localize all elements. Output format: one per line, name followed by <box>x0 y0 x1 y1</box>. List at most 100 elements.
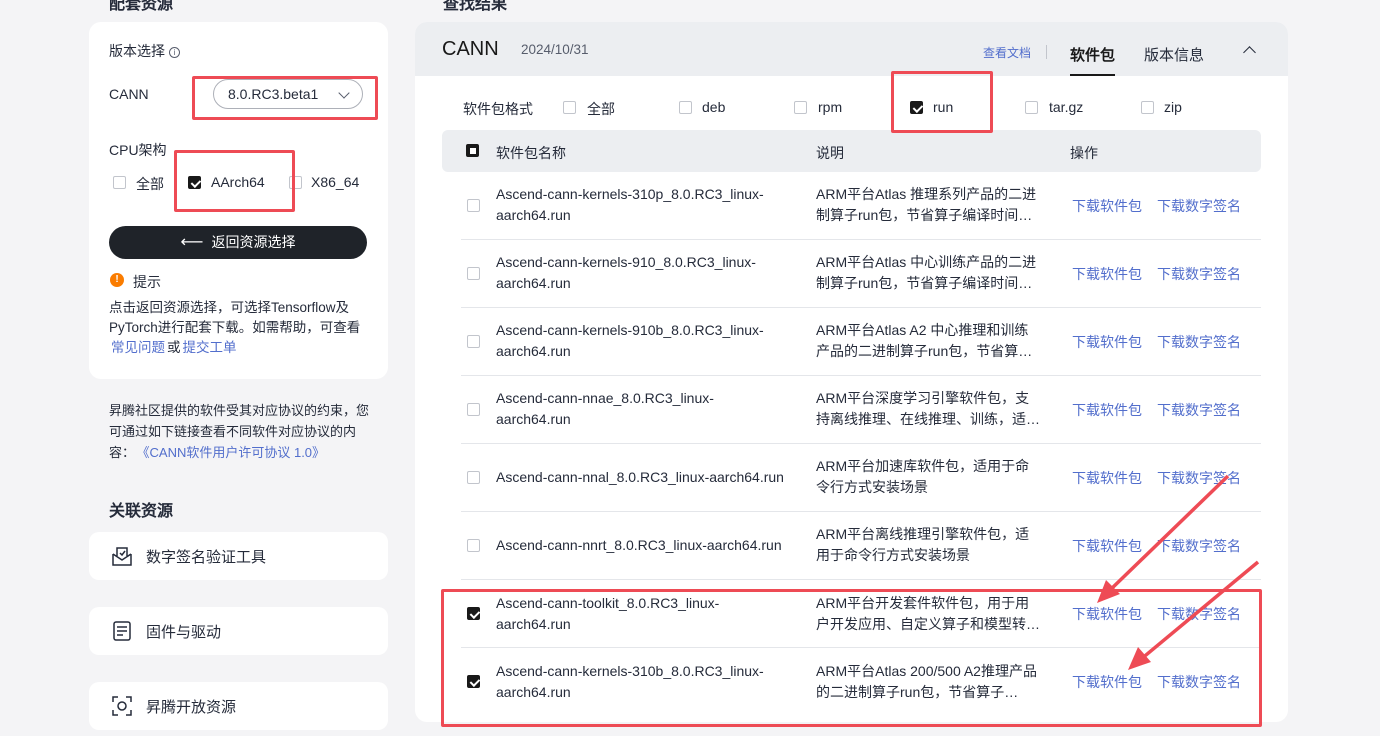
cpu-all-checkbox[interactable] <box>113 176 126 189</box>
package-description: ARM平台Atlas 200/500 A2推理产品的二进制算子run包，节省算子… <box>816 663 1037 700</box>
download-signature-link[interactable]: 下载数字签名 <box>1157 672 1241 692</box>
package-description: ARM平台Atlas 推理系列产品的二进制算子run包，节省算子编译时间… <box>816 186 1037 223</box>
row-checkbox[interactable] <box>467 199 480 212</box>
download-package-link[interactable]: 下载软件包 <box>1072 264 1142 284</box>
format-run-checkbox[interactable] <box>910 101 923 114</box>
download-signature-link[interactable]: 下载数字签名 <box>1157 604 1241 624</box>
package-description: ARM平台Atlas A2 中心推理和训练产品的二进制算子run包，节省算… <box>816 322 1033 359</box>
download-package-link[interactable]: 下载软件包 <box>1072 468 1142 488</box>
firmware-icon <box>113 621 131 641</box>
cpu-arch-label: CPU架构 <box>109 142 167 158</box>
version-select-label: 版本选择 i <box>109 41 180 61</box>
table-row: Ascend-cann-kernels-910b_8.0.RC3_linux-a… <box>461 308 1261 376</box>
format-run-label: run <box>933 99 954 115</box>
submit-ticket-link[interactable]: 提交工单 <box>183 340 237 355</box>
version-dropdown[interactable]: 8.0.RC3.beta1 <box>213 79 363 109</box>
row-checkbox[interactable] <box>467 267 480 280</box>
table-row: Ascend-cann-toolkit_8.0.RC3_linux-aarch6… <box>461 580 1261 648</box>
download-signature-link[interactable]: 下载数字签名 <box>1157 400 1241 420</box>
format-rpm-checkbox[interactable] <box>794 101 807 114</box>
firmware-driver-card[interactable]: 固件与驱动 <box>89 607 388 655</box>
version-dropdown-value: 8.0.RC3.beta1 <box>228 86 319 102</box>
package-name: Ascend-cann-kernels-910b_8.0.RC3_linux-a… <box>496 322 764 359</box>
header-divider <box>1046 45 1047 59</box>
table-row: Ascend-cann-nnal_8.0.RC3_linux-aarch64.r… <box>461 444 1261 512</box>
active-tab-indicator <box>1070 74 1115 76</box>
select-all-checkbox[interactable] <box>466 144 479 157</box>
cpu-aarch64-label: AArch64 <box>211 174 265 190</box>
row-checkbox[interactable] <box>467 675 480 688</box>
open-resource-icon <box>112 696 132 716</box>
format-targz-checkbox[interactable] <box>1025 101 1038 114</box>
table-row: Ascend-cann-kernels-310b_8.0.RC3_linux-a… <box>461 648 1261 716</box>
license-link[interactable]: 《CANN软件用户许可协议 1.0》 <box>143 445 325 460</box>
download-signature-link[interactable]: 下载数字签名 <box>1157 536 1241 556</box>
download-package-link[interactable]: 下载软件包 <box>1072 332 1142 352</box>
table-row: Ascend-cann-nnrt_8.0.RC3_linux-aarch64.r… <box>461 512 1261 580</box>
arrow-left-icon: ⟵ <box>180 234 204 251</box>
config-resources-heading: 配套资源 <box>109 0 174 13</box>
cpu-aarch64-checkbox[interactable] <box>188 176 201 189</box>
download-package-link[interactable]: 下载软件包 <box>1072 672 1142 692</box>
download-package-link[interactable]: 下载软件包 <box>1072 196 1142 216</box>
table-row: Ascend-cann-kernels-310p_8.0.RC3_linux-a… <box>461 172 1261 240</box>
related-resources-heading: 关联资源 <box>109 503 174 520</box>
search-results-heading: 查找结果 <box>443 0 508 13</box>
row-checkbox[interactable] <box>467 403 480 416</box>
column-description: 说明 <box>816 145 844 161</box>
package-name: Ascend-cann-nnrt_8.0.RC3_linux-aarch64.r… <box>496 537 782 553</box>
column-name: 软件包名称 <box>496 145 566 161</box>
back-to-resource-button[interactable]: ⟵ 返回资源选择 <box>109 226 367 259</box>
download-signature-link[interactable]: 下载数字签名 <box>1157 196 1241 216</box>
chevron-up-icon[interactable] <box>1243 46 1256 59</box>
signature-icon <box>112 547 132 566</box>
column-actions: 操作 <box>1070 145 1098 161</box>
format-rpm-label: rpm <box>818 99 843 115</box>
open-resources-card[interactable]: 昇腾开放资源 <box>89 682 388 730</box>
row-checkbox[interactable] <box>467 471 480 484</box>
download-signature-link[interactable]: 下载数字签名 <box>1157 468 1241 488</box>
info-icon[interactable]: i <box>169 47 180 58</box>
view-docs-link[interactable]: 查看文档 <box>983 44 1031 61</box>
license-note: 昇腾社区提供的软件受其对应协议的约束，您可通过如下链接查看不同软件对应协议的内容… <box>109 403 370 460</box>
tip-text: 点击返回资源选择，可选择Tensorflow及PyTorch进行配套下载。如需帮… <box>109 300 361 355</box>
table-row: Ascend-cann-kernels-910_8.0.RC3_linux-aa… <box>461 240 1261 308</box>
download-package-link[interactable]: 下载软件包 <box>1072 604 1142 624</box>
signature-tool-card[interactable]: 数字签名验证工具 <box>89 532 388 580</box>
release-date: 2024/10/31 <box>521 42 589 57</box>
format-zip-checkbox[interactable] <box>1141 101 1154 114</box>
download-signature-link[interactable]: 下载数字签名 <box>1157 332 1241 352</box>
package-description: ARM平台深度学习引擎软件包，支持离线推理、在线推理、训练，适… <box>816 390 1040 427</box>
firmware-driver-label: 固件与驱动 <box>146 624 222 641</box>
package-format-label: 软件包格式 <box>463 101 533 117</box>
package-description: ARM平台加速库软件包，适用于命令行方式安装场景 <box>816 458 1030 495</box>
tab-version-info[interactable]: 版本信息 <box>1144 44 1204 65</box>
download-package-link[interactable]: 下载软件包 <box>1072 536 1142 556</box>
package-name: Ascend-cann-nnae_8.0.RC3_linux-aarch64.r… <box>496 390 714 427</box>
download-package-link[interactable]: 下载软件包 <box>1072 400 1142 420</box>
product-title: CANN <box>442 38 499 60</box>
chevron-down-icon <box>338 87 350 99</box>
format-all-checkbox[interactable] <box>563 101 576 114</box>
tip-title: 提示 <box>133 274 161 290</box>
config-card: 版本选择 i CANN 8.0.RC3.beta1 CPU架构 全部 AArch6… <box>89 22 388 379</box>
warning-icon: ! <box>110 273 124 287</box>
tab-software-package[interactable]: 软件包 <box>1070 44 1115 65</box>
format-targz-label: tar.gz <box>1049 99 1084 115</box>
format-deb-checkbox[interactable] <box>679 101 692 114</box>
package-name: Ascend-cann-kernels-910_8.0.RC3_linux-aa… <box>496 254 756 291</box>
row-checkbox[interactable] <box>467 335 480 348</box>
cpu-x86-checkbox[interactable] <box>289 176 302 189</box>
format-all-label: 全部 <box>587 101 615 117</box>
package-description: ARM平台离线推理引擎软件包，适用于命令行方式安装场景 <box>816 526 1030 563</box>
row-checkbox[interactable] <box>467 607 480 620</box>
faq-link[interactable]: 常见问题 <box>111 340 165 355</box>
table-header: 软件包名称 说明 操作 <box>442 130 1261 172</box>
package-description: ARM平台Atlas 中心训练产品的二进制算子run包，节省算子编译时间… <box>816 254 1037 291</box>
download-signature-link[interactable]: 下载数字签名 <box>1157 264 1241 284</box>
table-row: Ascend-cann-nnae_8.0.RC3_linux-aarch64.r… <box>461 376 1261 444</box>
format-zip-label: zip <box>1164 99 1182 115</box>
cpu-all-label: 全部 <box>136 176 164 192</box>
row-checkbox[interactable] <box>467 539 480 552</box>
product-label: CANN <box>109 86 149 102</box>
